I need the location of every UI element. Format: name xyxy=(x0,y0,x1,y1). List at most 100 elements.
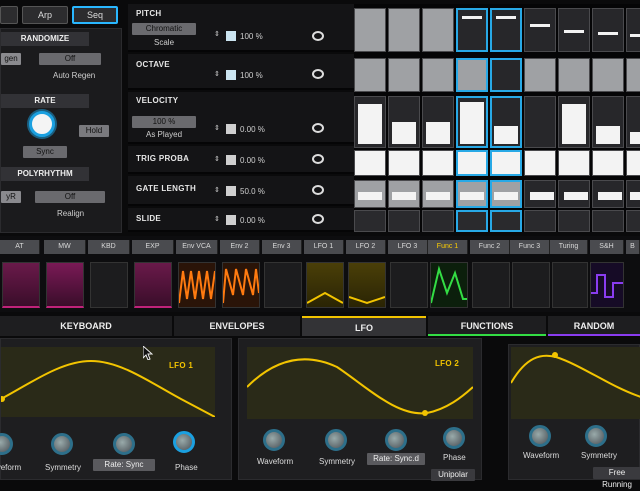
gate-icon[interactable] xyxy=(226,186,236,196)
step-cell[interactable] xyxy=(524,210,556,232)
rate-dropdown[interactable]: Rate: Sync xyxy=(93,459,155,471)
amount-icon[interactable] xyxy=(226,70,236,80)
mod-slot-at[interactable] xyxy=(2,262,40,308)
link-icon[interactable] xyxy=(312,69,324,79)
mod-tab-env-vca[interactable]: Env VCA xyxy=(176,240,218,254)
mod-tab-mw[interactable]: MW xyxy=(44,240,86,254)
symmetry-knob[interactable] xyxy=(585,425,607,447)
step-cell[interactable] xyxy=(422,210,454,232)
step-cell[interactable] xyxy=(388,150,420,176)
step-cell-current[interactable] xyxy=(490,8,522,52)
mod-slot-lfo-2[interactable] xyxy=(348,262,386,308)
step-cell[interactable] xyxy=(354,150,386,176)
mod-slot-lfo-1[interactable] xyxy=(306,262,344,308)
step-cell-current[interactable] xyxy=(456,8,488,52)
step-cell-current[interactable] xyxy=(456,210,488,232)
step-cell[interactable] xyxy=(626,150,640,176)
arrows-icon[interactable]: ⇕ xyxy=(214,155,220,163)
step-cell[interactable] xyxy=(388,210,420,232)
phase-knob[interactable] xyxy=(173,431,195,453)
step-grid[interactable] xyxy=(354,4,640,232)
mod-tab-lfo-3[interactable]: LFO 3 xyxy=(388,240,428,254)
mod-slot-env-vca[interactable] xyxy=(178,262,216,308)
tab-prev[interactable] xyxy=(0,6,18,24)
step-cell[interactable] xyxy=(592,210,624,232)
step-cell[interactable] xyxy=(626,210,640,232)
scale-dropdown[interactable]: Chromatic xyxy=(132,23,196,35)
step-cell[interactable] xyxy=(422,150,454,176)
lfo-2-display[interactable] xyxy=(247,347,473,419)
free-running-button[interactable]: Free Running xyxy=(593,467,640,489)
tab-seq[interactable]: Seq xyxy=(72,6,118,24)
mod-slot-exp[interactable] xyxy=(134,262,172,308)
phase-knob[interactable] xyxy=(443,427,465,449)
mod-tab-env-3[interactable]: Env 3 xyxy=(262,240,302,254)
step-cell[interactable] xyxy=(354,210,386,232)
waveform-knob[interactable] xyxy=(529,425,551,447)
mod-slot-env-2[interactable] xyxy=(222,262,260,308)
mod-slot-turing[interactable] xyxy=(552,262,588,308)
lfo-1-display[interactable] xyxy=(1,347,215,417)
step-cell[interactable] xyxy=(524,150,556,176)
hold-button[interactable]: Hold xyxy=(79,125,109,137)
rate-knob[interactable] xyxy=(113,433,135,455)
mod-tab-sh[interactable]: S&H xyxy=(590,240,624,254)
tab-random[interactable]: RANDOM xyxy=(548,316,640,336)
link-icon[interactable] xyxy=(312,31,324,41)
mod-slot-lfo-3[interactable] xyxy=(390,262,428,308)
rate-knob[interactable] xyxy=(29,111,55,137)
step-cell-current[interactable] xyxy=(456,58,488,92)
tab-arp[interactable]: Arp xyxy=(22,6,68,24)
step-cell[interactable] xyxy=(524,96,556,148)
link-icon[interactable] xyxy=(312,214,324,224)
step-cell[interactable] xyxy=(592,8,624,52)
tab-functions[interactable]: FUNCTIONS xyxy=(428,316,546,336)
arrows-icon[interactable]: ⇕ xyxy=(214,70,220,78)
lfo-3-display[interactable] xyxy=(511,347,640,419)
mod-tab-b[interactable]: B xyxy=(626,240,640,254)
arrows-icon[interactable]: ⇕ xyxy=(214,215,220,223)
mod-tab-lfo-1[interactable]: LFO 1 xyxy=(304,240,344,254)
link-icon[interactable] xyxy=(312,123,324,133)
rate-knob[interactable] xyxy=(385,429,407,451)
mod-slot-mw[interactable] xyxy=(46,262,84,308)
mod-tab-func-1[interactable]: Func 1 xyxy=(428,240,468,254)
mod-tab-turing[interactable]: Turing xyxy=(550,240,588,254)
arrows-icon[interactable]: ⇕ xyxy=(214,30,220,38)
mod-tab-exp[interactable]: EXP xyxy=(132,240,174,254)
link-icon[interactable] xyxy=(312,185,324,195)
step-cell[interactable] xyxy=(592,150,624,176)
step-cell[interactable] xyxy=(592,58,624,92)
unipolar-button[interactable]: Unipolar xyxy=(431,469,475,481)
velocity-value[interactable]: 100 % xyxy=(132,116,196,128)
waveform-knob[interactable] xyxy=(263,429,285,451)
mod-slot-kbd[interactable] xyxy=(90,262,128,308)
step-cell[interactable] xyxy=(558,210,590,232)
sync-dropdown[interactable]: Sync xyxy=(23,146,67,158)
step-cell-current[interactable] xyxy=(456,150,488,176)
step-cell-current[interactable] xyxy=(490,150,522,176)
arrows-icon[interactable]: ⇕ xyxy=(214,124,220,132)
tab-keyboard[interactable]: KEYBOARD xyxy=(0,316,172,336)
step-cell[interactable] xyxy=(626,58,640,92)
symmetry-knob[interactable] xyxy=(51,433,73,455)
step-cell[interactable] xyxy=(558,58,590,92)
step-cell-current[interactable] xyxy=(490,210,522,232)
step-cell[interactable] xyxy=(524,8,556,52)
step-cell-current[interactable] xyxy=(490,58,522,92)
step-cell[interactable] xyxy=(388,8,420,52)
step-cell[interactable] xyxy=(354,8,386,52)
step-cell[interactable] xyxy=(422,8,454,52)
waveform-knob[interactable] xyxy=(0,433,13,455)
mod-tab-func-2[interactable]: Func 2 xyxy=(470,240,510,254)
mod-tab-func-3[interactable]: Func 3 xyxy=(510,240,550,254)
rate-dropdown[interactable]: Rate: Sync.d xyxy=(367,453,425,465)
dice-icon[interactable] xyxy=(226,215,236,225)
mod-tab-env-2[interactable]: Env 2 xyxy=(220,240,260,254)
step-cell[interactable] xyxy=(524,58,556,92)
mod-tab-kbd[interactable]: KBD xyxy=(88,240,130,254)
amount-icon[interactable] xyxy=(226,31,236,41)
mod-slot-func-2[interactable] xyxy=(472,262,510,308)
step-cell[interactable] xyxy=(388,58,420,92)
arrows-icon[interactable]: ⇕ xyxy=(214,186,220,194)
